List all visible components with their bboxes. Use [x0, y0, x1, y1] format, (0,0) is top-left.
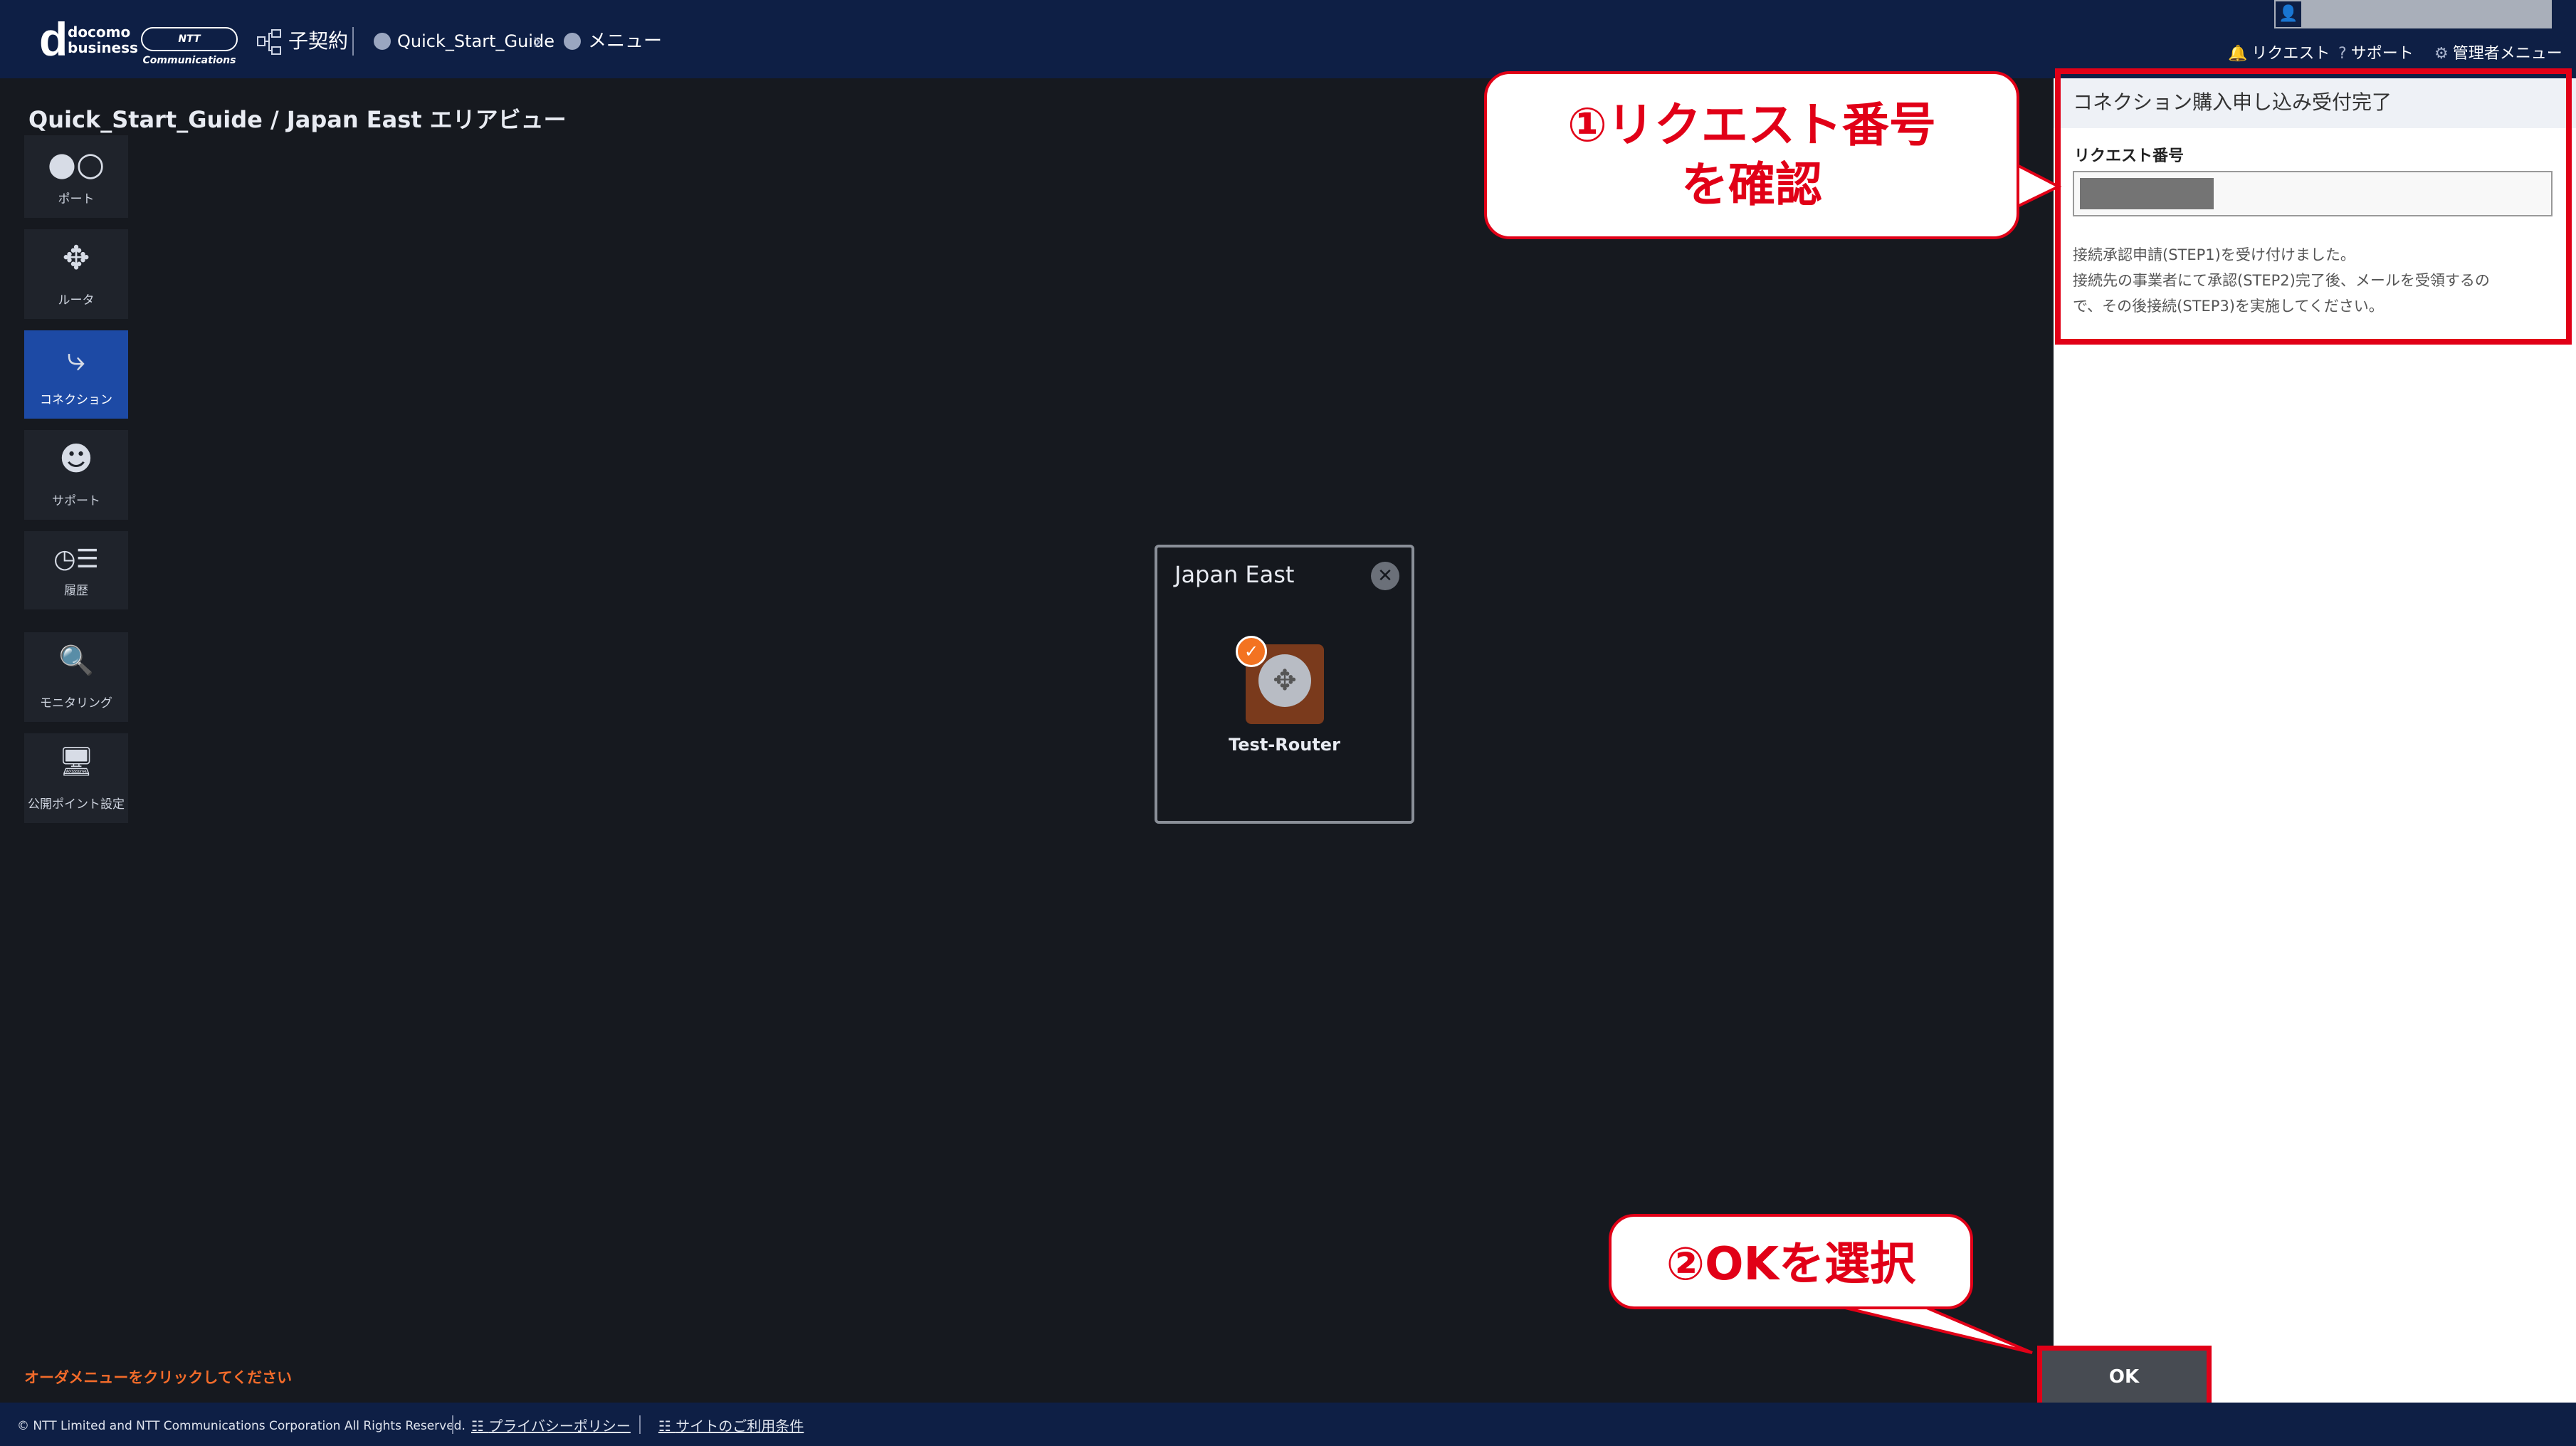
highlight-ok-button — [2037, 1346, 2212, 1408]
page-title: Quick_Start_Guide / Japan East エリアビュー — [28, 106, 567, 133]
history-icon: ◷☰ — [53, 545, 99, 574]
nav-support[interactable]: ? サポート — [2338, 43, 2414, 66]
sub-contract-icon[interactable] — [256, 28, 283, 56]
link-icon: ☷ — [658, 1418, 676, 1435]
callout2-tail — [1836, 1304, 2033, 1354]
area-box-japan-east[interactable]: Japan East ✕ ✥ ✓ Test-Router — [1155, 545, 1414, 824]
nav-admin-menu[interactable]: ⚙ 管理者メニュー — [2434, 43, 2562, 66]
rail-item-port[interactable]: ●○ ポート — [24, 135, 128, 218]
callout-check-request-number: ①リクエスト番号 を確認 — [1484, 71, 2019, 239]
close-icon[interactable]: ✕ — [1371, 562, 1399, 590]
connection-icon: ⤷ — [67, 340, 85, 378]
user-account-box[interactable] — [2274, 0, 2552, 28]
copyright: © NTT Limited and NTT Communications Cor… — [17, 1419, 466, 1433]
nav-request[interactable]: 🔔 リクエスト — [2228, 43, 2330, 66]
gear-icon: ⚙ — [2434, 45, 2449, 63]
callout-select-ok: ②OKを選択 — [1609, 1214, 1973, 1309]
router-label: Test-Router — [1229, 735, 1340, 755]
breadcrumb-contract[interactable]: Quick_Start_Guide — [397, 28, 554, 54]
port-icon: ●○ — [47, 145, 105, 183]
contract-icon — [374, 33, 391, 50]
public-point-icon: 🖥 — [58, 745, 95, 778]
breadcrumb-menu[interactable]: メニュー — [588, 28, 662, 54]
help-icon: ? — [2338, 45, 2347, 63]
rail-item-monitoring[interactable]: 🔍 モニタリング — [24, 632, 128, 722]
monitoring-icon: 🔍 — [58, 644, 94, 677]
support-icon: ☻ — [59, 439, 93, 478]
rail-item-support[interactable]: ☻ サポート — [24, 430, 128, 520]
router-icon: ✥ — [62, 239, 90, 277]
docomo-business-logo[interactable]: d docomo business — [39, 16, 138, 63]
user-icon[interactable]: 👤 — [2276, 1, 2301, 27]
terms-link[interactable]: ☷ サイトのご利用条件 — [658, 1417, 804, 1435]
sub-contract-link[interactable]: 子契約 — [288, 27, 348, 56]
rail-item-history[interactable]: ◷☰ 履歴 — [24, 531, 128, 609]
rail-item-public-point[interactable]: 🖥 公開ポイント設定 — [24, 733, 128, 823]
ntt-communications-logo: NTT Communications — [141, 27, 238, 66]
check-icon: ✓ — [1236, 636, 1267, 667]
menu-icon — [564, 33, 581, 50]
highlight-request-number — [2055, 68, 2572, 345]
order-hint: オーダメニューをクリックしてください — [24, 1369, 293, 1386]
header-divider — [352, 27, 354, 56]
link-icon: ☷ — [471, 1418, 489, 1435]
area-title: Japan East — [1174, 561, 1295, 588]
footer-divider — [452, 1415, 453, 1434]
privacy-link[interactable]: ☷ プライバシーポリシー — [471, 1417, 631, 1435]
footer-divider — [639, 1415, 641, 1434]
router-icon: ✥ — [1258, 654, 1311, 707]
rail-item-connection[interactable]: ⤷ コネクション — [24, 330, 128, 419]
bell-icon: 🔔 — [2228, 45, 2248, 63]
rail-item-router[interactable]: ✥ ルータ — [24, 229, 128, 319]
callout1-tail — [2013, 161, 2062, 211]
chevron-right-icon: › — [532, 27, 542, 56]
